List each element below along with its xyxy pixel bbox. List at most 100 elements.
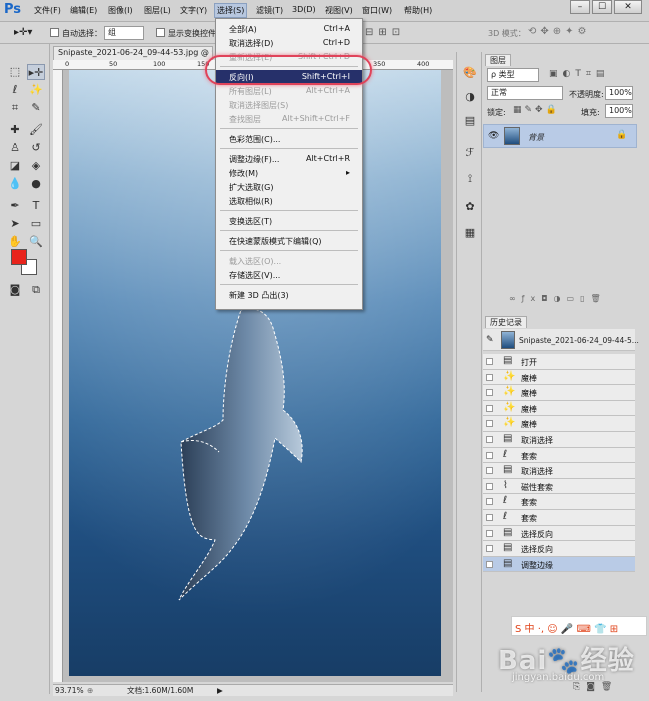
blend-mode-select[interactable]: 正常 xyxy=(487,86,563,100)
tab-layers[interactable]: 图层 xyxy=(485,54,511,66)
move-tool-icon[interactable]: ▸✛ xyxy=(27,64,45,80)
history-item[interactable]: ▤ 选择反向 xyxy=(483,525,635,542)
menu-select[interactable]: 选择(S) xyxy=(214,3,248,18)
show-transform-checkbox[interactable] xyxy=(156,28,165,37)
menu-3d[interactable]: 3D(D) xyxy=(292,5,316,14)
tab-history[interactable]: 历史记录 xyxy=(485,316,527,328)
shape-tool-icon[interactable]: ▭ xyxy=(27,216,45,232)
move-tool-preset-icon[interactable]: ▸✛▾ xyxy=(14,27,32,38)
history-brush-tool-icon[interactable]: ↺ xyxy=(27,140,45,156)
marquee-tool-icon[interactable]: ⬚ xyxy=(6,64,24,80)
history-item[interactable]: ▤ 调整边缘 xyxy=(483,556,635,573)
hand-tool-icon[interactable]: ✋ xyxy=(6,234,24,250)
layer-actions-icons[interactable]: ∞ƒx◘◑▭▯🗑 xyxy=(483,294,647,304)
history-snapshot[interactable]: ✎ Snipaste_2021-06-24_09-44-5... xyxy=(483,329,639,351)
select-menu-item[interactable]: 全部(A) Ctrl+A xyxy=(216,22,362,36)
menu-view[interactable]: 视图(V) xyxy=(325,5,353,16)
menu-type[interactable]: 文字(Y) xyxy=(180,5,207,16)
info-panel-icon[interactable]: ▦ xyxy=(461,224,479,242)
history-item[interactable]: ✨ 魔棒 xyxy=(483,400,635,417)
paint-bucket-tool-icon[interactable]: ◈ xyxy=(27,158,45,174)
screen-mode-icon[interactable]: ⧉ xyxy=(27,282,45,298)
select-menu-item[interactable]: 色彩范围(C)... xyxy=(216,132,362,146)
history-item[interactable]: ✨ 魔棒 xyxy=(483,385,635,401)
menu-layer[interactable]: 图层(L) xyxy=(144,5,171,16)
history-source-checkbox[interactable] xyxy=(486,467,493,475)
opacity-input[interactable]: 100% xyxy=(605,86,633,100)
eraser-tool-icon[interactable]: ◪ xyxy=(6,158,24,174)
layer-filter-icons[interactable]: ▣◐T⌗▤ xyxy=(549,69,609,79)
lock-icons[interactable]: ▦✎✥🔒 xyxy=(513,105,560,115)
minimize-button[interactable]: – xyxy=(570,0,590,14)
color-panel-icon[interactable]: 🎨 xyxy=(461,64,479,82)
history-item[interactable]: ℓ 套索 xyxy=(483,494,635,510)
history-item[interactable]: ▤ 取消选择 xyxy=(483,463,635,479)
menu-edit[interactable]: 编辑(E) xyxy=(70,5,97,16)
foreground-color-swatch-front[interactable] xyxy=(11,249,27,265)
layer-row-background[interactable]: 👁 背景 🔒 xyxy=(483,124,637,148)
properties-panel-icon[interactable]: ℱ xyxy=(461,144,479,162)
history-item[interactable]: ▤ 打开 xyxy=(483,354,635,370)
layer-name[interactable]: 背景 xyxy=(528,132,544,143)
history-item[interactable]: ▤ 取消选择 xyxy=(483,432,635,448)
auto-select-checkbox[interactable] xyxy=(50,28,59,37)
lasso-tool-icon[interactable]: ℓ xyxy=(6,82,24,98)
fill-input[interactable]: 100% xyxy=(605,104,633,118)
brush-tool-icon[interactable]: 🖌 xyxy=(27,122,45,138)
zoom-tool-icon[interactable]: 🔍 xyxy=(27,234,45,250)
styles-panel-icon[interactable]: ▤ xyxy=(461,112,479,130)
history-source-checkbox[interactable] xyxy=(486,451,493,459)
3d-tools-icon[interactable]: ⟲✥⊕✦⚙ xyxy=(528,26,590,37)
menu-filter[interactable]: 滤镜(T) xyxy=(256,5,283,16)
auto-select-dropdown[interactable]: 组 xyxy=(104,26,144,40)
history-source-checkbox[interactable] xyxy=(486,389,493,397)
select-menu-item[interactable]: 扩大选取(G) xyxy=(216,180,362,194)
select-menu-item[interactable]: 调整边缘(F)... Alt+Ctrl+R xyxy=(216,152,362,166)
dodge-tool-icon[interactable]: ● xyxy=(27,176,45,192)
eyedropper-tool-icon[interactable]: ✎ xyxy=(27,100,45,116)
document-tab[interactable]: Snipaste_2021-06-24_09-44-53.jpg @ 93. xyxy=(53,46,213,60)
history-actions-icons[interactable]: ⎘◙🗑 xyxy=(573,682,618,692)
maximize-button[interactable]: ☐ xyxy=(592,0,612,14)
select-menu-item[interactable]: 存储选区(V)... xyxy=(216,268,362,282)
quick-mask-icon[interactable]: ◙ xyxy=(6,282,24,298)
select-menu-item[interactable]: 变换选区(T) xyxy=(216,214,362,228)
magic-wand-tool-icon[interactable]: ✨ xyxy=(27,82,45,98)
history-item[interactable]: ▤ 选择反向 xyxy=(483,541,635,557)
layer-kind-filter[interactable]: ρ 类型 xyxy=(487,68,539,82)
history-source-checkbox[interactable] xyxy=(486,420,493,428)
path-selection-tool-icon[interactable]: ➤ xyxy=(6,216,24,232)
history-source-checkbox[interactable] xyxy=(486,482,493,490)
history-source-checkbox[interactable] xyxy=(486,514,493,521)
menu-file[interactable]: 文件(F) xyxy=(34,5,61,16)
history-source-checkbox[interactable] xyxy=(486,529,493,537)
type-tool-icon[interactable]: T xyxy=(27,198,45,214)
select-menu-item[interactable]: 在快速蒙版模式下编辑(Q) xyxy=(216,234,362,248)
history-source-checkbox[interactable] xyxy=(486,358,493,365)
history-source-checkbox[interactable] xyxy=(486,404,493,412)
blur-tool-icon[interactable]: 💧 xyxy=(6,176,24,192)
history-source-checkbox[interactable] xyxy=(486,545,493,553)
zoom-level[interactable]: 93.71% xyxy=(55,685,84,696)
crop-tool-icon[interactable]: ⌗ xyxy=(6,100,24,116)
history-item[interactable]: ℓ 套索 xyxy=(483,510,635,526)
menu-image[interactable]: 图像(I) xyxy=(108,5,133,16)
menu-window[interactable]: 窗口(W) xyxy=(362,5,392,16)
select-menu-item[interactable]: 修改(M) ▸ xyxy=(216,166,362,180)
history-source-checkbox[interactable] xyxy=(486,373,493,381)
select-menu-item[interactable]: 选取相似(R) xyxy=(216,194,362,208)
pen-tool-icon[interactable]: ✒ xyxy=(6,198,24,214)
history-item[interactable]: ✨ 魔棒 xyxy=(483,416,635,432)
history-item[interactable]: ✨ 魔棒 xyxy=(483,369,635,386)
clone-stamp-tool-icon[interactable]: ♙ xyxy=(6,140,24,156)
channels-panel-icon[interactable]: ✿ xyxy=(461,198,479,216)
healing-brush-tool-icon[interactable]: ✚ xyxy=(6,122,24,138)
paths-panel-icon[interactable]: ⟟ xyxy=(461,170,479,188)
visibility-eye-icon[interactable]: 👁 xyxy=(488,131,499,141)
status-arrow-icon[interactable]: ▶ xyxy=(217,685,223,696)
select-menu-item[interactable]: 新建 3D 凸出(3) xyxy=(216,288,362,302)
menu-help[interactable]: 帮助(H) xyxy=(404,5,432,16)
history-source-checkbox[interactable] xyxy=(486,498,493,506)
select-menu-item[interactable]: 取消选择(D) Ctrl+D xyxy=(216,36,362,50)
history-brush-source-icon[interactable]: ✎ xyxy=(486,335,494,345)
